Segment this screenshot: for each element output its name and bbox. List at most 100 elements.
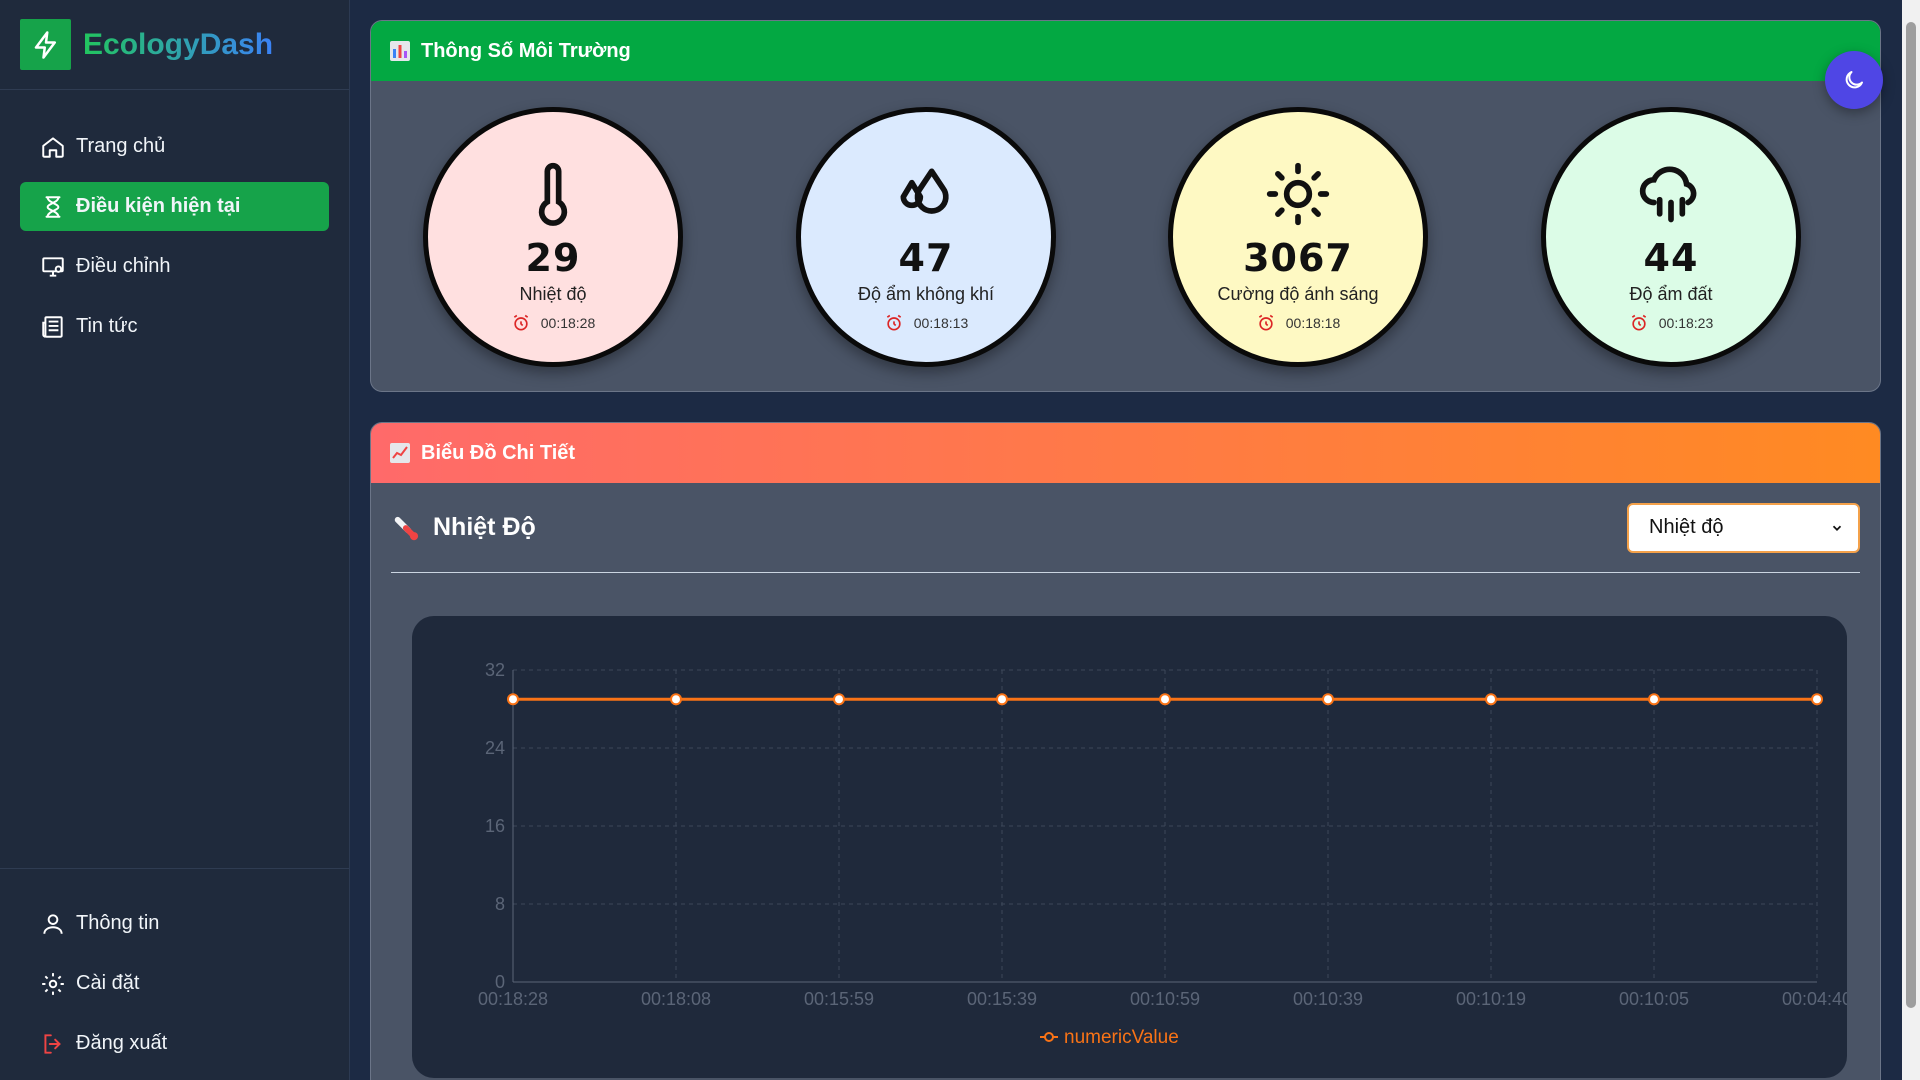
- gauge-value: 3067: [1243, 236, 1353, 280]
- gauge-soil-moisture[interactable]: 44 Độ ẩm đất 00:18:23: [1541, 107, 1801, 367]
- gauge-label: Độ ẩm đất: [1629, 284, 1713, 304]
- gauge-label: Nhiệt độ: [519, 284, 587, 304]
- data-point: [670, 693, 682, 706]
- brand[interactable]: EcologyDash: [0, 0, 349, 90]
- x-tick-label: 00:18:08: [641, 989, 711, 1009]
- chevron-down-icon: [1832, 525, 1842, 531]
- nav-item-label: Trang chủ: [76, 135, 166, 157]
- metric-select[interactable]: Nhiệt độ: [1627, 502, 1860, 553]
- gauge-time: 00:18:23: [1658, 315, 1714, 331]
- nav-item-label: Điều chỉnh: [76, 255, 171, 277]
- nav-item-home[interactable]: Trang chủ: [20, 122, 329, 171]
- nav-item-settings[interactable]: Cài đặt: [20, 959, 329, 1008]
- panel-header: Biểu Đồ Chi Tiết: [371, 423, 1880, 483]
- nav-item-logout[interactable]: Đăng xuất: [20, 1019, 329, 1068]
- gauge-time: 00:18:18: [1285, 315, 1341, 331]
- y-tick-label: 24: [485, 738, 505, 758]
- alarm-clock-icon: [1258, 314, 1273, 331]
- scrollbar-thumb[interactable]: [1906, 22, 1916, 1008]
- y-tick-label: 32: [485, 660, 505, 680]
- x-tick-label: 00:10:19: [1456, 989, 1526, 1009]
- alarm-clock-icon: [513, 314, 528, 331]
- x-tick-label: 00:04:40: [1782, 989, 1847, 1009]
- page-scrollbar[interactable]: [1902, 0, 1920, 1080]
- legend-label: numericValue: [1064, 1027, 1179, 1048]
- lightning-icon: [20, 19, 71, 70]
- data-point: [1485, 693, 1497, 706]
- gauge-timestamp: 00:18:23: [1629, 313, 1714, 333]
- x-tick-label: 00:10:39: [1293, 989, 1363, 1009]
- brand-name: EcologyDash: [83, 27, 274, 61]
- nav-item-label: Đăng xuất: [76, 1032, 168, 1054]
- chart-title-text: Nhiệt Độ: [433, 513, 536, 541]
- gauge-row: 29 Nhiệt độ 00:18:28 47 Độ ẩm không khí …: [371, 81, 1880, 391]
- gauge-timestamp: 00:18:28: [511, 313, 596, 333]
- panel-title: Thông Số Môi Trường: [421, 39, 631, 62]
- droplets-icon: [900, 168, 949, 214]
- nav-item-adjust[interactable]: Điều chỉnh: [20, 242, 329, 291]
- user-icon: [43, 913, 63, 934]
- gauge-value: 47: [898, 236, 954, 280]
- data-point: [996, 693, 1008, 706]
- gauge-air-humidity[interactable]: 47 Độ ẩm không khí 00:18:13: [796, 107, 1056, 367]
- data-point: [1322, 693, 1334, 706]
- alarm-clock-icon: [1631, 314, 1646, 331]
- gauge-temperature[interactable]: 29 Nhiệt độ 00:18:28: [423, 107, 683, 367]
- newspaper-icon: [42, 315, 63, 338]
- main-nav: Trang chủ Điều kiện hiện tại Điều chỉnh …: [0, 90, 349, 351]
- logout-icon: [44, 1033, 61, 1054]
- x-tick-label: 00:18:28: [478, 989, 548, 1009]
- gauge-timestamp: 00:18:13: [884, 313, 969, 333]
- line-chart-icon: [390, 443, 410, 463]
- nav-item-label: Thông tin: [76, 912, 160, 934]
- gauge-label: Cường độ ánh sáng: [1217, 284, 1379, 304]
- data-point: [1648, 693, 1660, 706]
- y-tick-label: 8: [495, 894, 505, 914]
- thermometer-icon: [394, 516, 419, 540]
- panel-header: Thông Số Môi Trường: [371, 21, 1880, 81]
- nav-item-label: Cài đặt: [76, 972, 140, 994]
- chart-title: Nhiệt Độ: [391, 513, 536, 542]
- cloud-rain-icon: [1639, 166, 1697, 223]
- nav-item-info[interactable]: Thông tin: [20, 899, 329, 948]
- gauge-value: 44: [1643, 236, 1699, 280]
- data-point: [1159, 693, 1171, 706]
- data-point: [833, 693, 845, 706]
- moon-icon: [1845, 71, 1863, 89]
- line-chart-container: 0 8 16 24 32 00:18:28 00:18:08 00:15:59 00:15:39…: [412, 616, 1852, 1078]
- gauge-value: 29: [525, 236, 581, 280]
- x-tick-label: 00:15:59: [804, 989, 874, 1009]
- gear-icon: [42, 972, 64, 995]
- nav-item-news[interactable]: Tin tức: [20, 302, 329, 351]
- gauge-time: 00:18:28: [540, 315, 596, 331]
- sidebar: EcologyDash Trang chủ Điều kiện hiện tại…: [0, 0, 350, 1080]
- x-tick-label: 00:10:05: [1619, 989, 1689, 1009]
- x-tick-label: 00:10:59: [1130, 989, 1200, 1009]
- x-tick-label: 00:15:39: [967, 989, 1037, 1009]
- chart-panel: Biểu Đồ Chi Tiết Nhiệt Độ Nhiệt độ 0 8 16 2…: [370, 422, 1881, 1080]
- nav-item-label: Điều kiện hiện tại: [76, 195, 241, 217]
- gauge-label: Độ ẩm không khí: [857, 284, 995, 304]
- hourglass-icon: [45, 195, 61, 218]
- theme-toggle-button[interactable]: [1825, 51, 1883, 109]
- line-chart: 0816243200:18:28 00:18:08 00:15:59 00:15:39…: [478, 660, 1852, 1048]
- data-point: [1811, 693, 1823, 706]
- gauge-time: 00:18:13: [913, 315, 969, 331]
- secondary-nav: Thông tin Cài đặt Đăng xuất: [0, 868, 349, 1079]
- data-point: [507, 693, 519, 706]
- select-value: Nhiệt độ: [1649, 516, 1724, 538]
- legend-marker: [1044, 1032, 1054, 1042]
- gauge-timestamp: 00:18:18: [1256, 313, 1341, 333]
- environment-panel: Thông Số Môi Trường 29 Nhiệt độ 00:18:28…: [370, 20, 1881, 392]
- chart-header: Nhiệt Độ Nhiệt độ: [391, 483, 1860, 573]
- home-icon: [42, 136, 64, 158]
- sun-icon: [1266, 162, 1330, 226]
- nav-item-label: Tin tức: [76, 315, 138, 337]
- monitor-settings-icon: [42, 256, 64, 277]
- nav-item-current-conditions[interactable]: Điều kiện hiện tại: [20, 182, 329, 231]
- y-tick-label: 16: [485, 816, 505, 836]
- gauge-light-intensity[interactable]: 3067 Cường độ ánh sáng 00:18:18: [1168, 107, 1428, 367]
- panel-title: Biểu Đồ Chi Tiết: [421, 441, 576, 464]
- bar-chart-icon: [390, 41, 410, 61]
- thermometer-icon: [538, 162, 568, 226]
